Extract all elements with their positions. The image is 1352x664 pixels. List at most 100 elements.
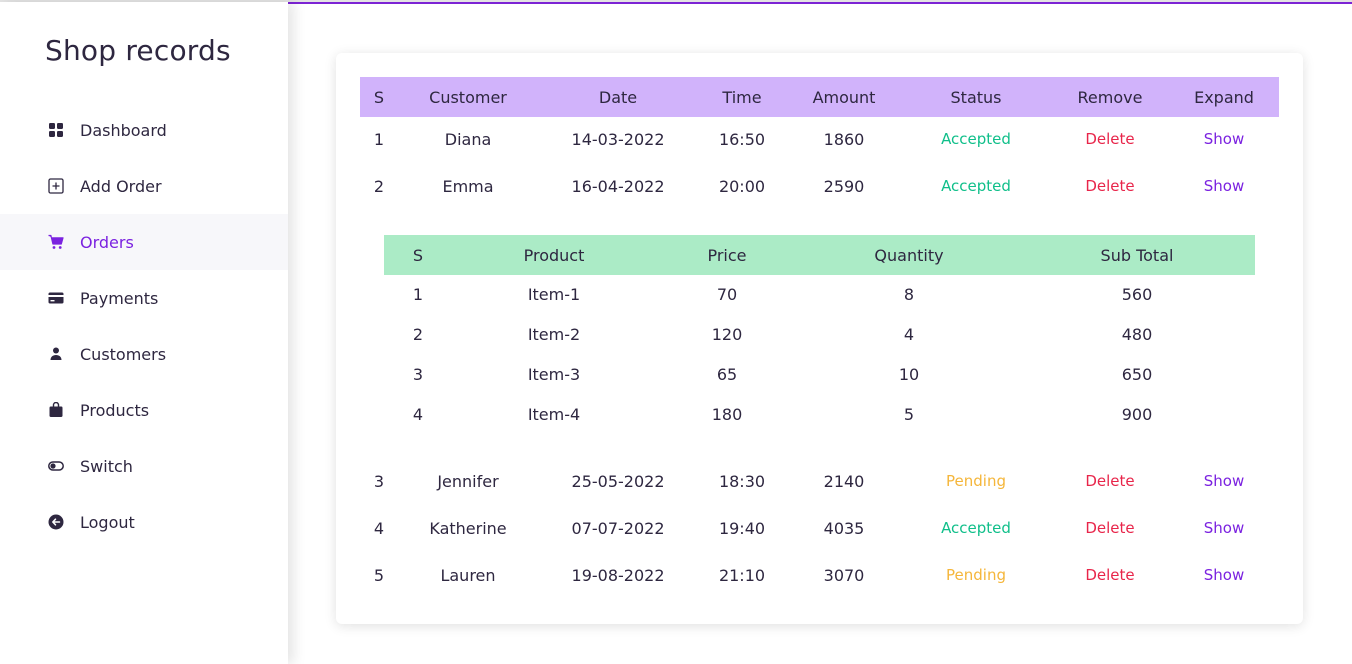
detail-subtotal: 650	[1121, 365, 1153, 384]
column-header-s: S	[373, 88, 385, 107]
column-header-subtotal: Sub Total	[1100, 246, 1174, 265]
detail-product: Item-3	[527, 365, 581, 384]
logout-icon	[48, 514, 64, 530]
sidebar-item-payments[interactable]: Payments	[0, 270, 288, 326]
detail-product: Item-4	[527, 405, 581, 424]
column-header-quantity: Quantity	[874, 246, 944, 265]
order-amount: 4035	[823, 519, 865, 538]
table-row: 3 Jennifer 25-05-2022 18:30 2140 Pending…	[360, 459, 1279, 506]
sidebar-nav: Dashboard Add Order Orders Payments Cust…	[0, 102, 288, 550]
delete-button[interactable]: Delete	[1085, 130, 1134, 148]
order-time: 18:30	[718, 472, 766, 491]
order-customer: Diana	[444, 130, 492, 149]
dashboard-grid-icon	[48, 122, 64, 138]
app-title: Shop records	[45, 34, 231, 67]
detail-serial: 1	[412, 285, 424, 304]
order-amount: 2140	[823, 472, 865, 491]
detail-quantity: 10	[898, 365, 920, 384]
detail-serial: 3	[412, 365, 424, 384]
sidebar-item-customers[interactable]: Customers	[0, 326, 288, 382]
order-amount: 1860	[823, 130, 865, 149]
column-header-amount: Amount	[812, 88, 876, 107]
order-amount: 3070	[823, 566, 865, 585]
order-time: 20:00	[718, 177, 766, 196]
delete-button[interactable]: Delete	[1085, 519, 1134, 537]
detail-price: 180	[711, 405, 743, 424]
order-date: 25-05-2022	[571, 472, 665, 491]
table-row: 2 Emma 16-04-2022 20:00 2590 Accepted De…	[360, 164, 1279, 211]
sidebar-item-label: Dashboard	[80, 120, 167, 140]
status-badge: Pending	[946, 472, 1006, 490]
detail-row: 3 Item-3 65 10 650	[384, 355, 1255, 395]
order-serial: 4	[373, 519, 385, 538]
column-header-time: Time	[722, 88, 762, 107]
detail-row: 2 Item-2 120 4 480	[384, 315, 1255, 355]
column-header-expand: Expand	[1194, 88, 1254, 107]
details-table-header: S Product Price Quantity Sub Total	[384, 235, 1255, 275]
show-button[interactable]: Show	[1204, 472, 1244, 490]
delete-button[interactable]: Delete	[1085, 472, 1134, 490]
order-date: 19-08-2022	[571, 566, 665, 585]
detail-row: 1 Item-1 70 8 560	[384, 275, 1255, 315]
order-customer: Jennifer	[437, 472, 499, 491]
detail-serial: 2	[412, 325, 424, 344]
show-button[interactable]: Show	[1204, 519, 1244, 537]
detail-price: 70	[716, 285, 738, 304]
sidebar-item-label: Customers	[80, 344, 167, 364]
sidebar: Shop records Dashboard Add Order Orders …	[0, 2, 288, 664]
sidebar-item-logout[interactable]: Logout	[0, 494, 288, 550]
delete-button[interactable]: Delete	[1085, 177, 1134, 195]
sidebar-item-add-order[interactable]: Add Order	[0, 158, 288, 214]
sidebar-item-dashboard[interactable]: Dashboard	[0, 102, 288, 158]
column-header-status: Status	[950, 88, 1002, 107]
order-date: 07-07-2022	[571, 519, 665, 538]
detail-subtotal: 480	[1121, 325, 1153, 344]
user-icon	[48, 346, 64, 362]
order-time: 21:10	[718, 566, 766, 585]
order-serial: 5	[373, 566, 385, 585]
sidebar-item-label: Orders	[80, 232, 134, 252]
sidebar-item-label: Switch	[80, 456, 133, 476]
top-accent-line	[288, 2, 1352, 4]
table-row: 5 Lauren 19-08-2022 21:10 3070 Pending D…	[360, 553, 1279, 600]
detail-quantity: 5	[903, 405, 915, 424]
order-date: 16-04-2022	[571, 177, 665, 196]
column-header-s: S	[412, 246, 424, 265]
detail-subtotal: 900	[1121, 405, 1153, 424]
sidebar-item-label: Payments	[80, 288, 159, 308]
toggle-icon	[48, 458, 64, 474]
sidebar-item-orders[interactable]: Orders	[0, 214, 288, 270]
detail-price: 120	[711, 325, 743, 344]
order-customer: Lauren	[440, 566, 496, 585]
show-button[interactable]: Show	[1204, 177, 1244, 195]
column-header-remove: Remove	[1077, 88, 1143, 107]
column-header-date: Date	[598, 88, 638, 107]
orders-table-header: S Customer Date Time Amount Status Remov…	[360, 77, 1279, 117]
column-header-customer: Customer	[429, 88, 507, 107]
detail-price: 65	[716, 365, 738, 384]
table-row: 1 Diana 14-03-2022 16:50 1860 Accepted D…	[360, 117, 1279, 164]
sidebar-item-switch[interactable]: Switch	[0, 438, 288, 494]
order-time: 16:50	[718, 130, 766, 149]
show-button[interactable]: Show	[1204, 130, 1244, 148]
order-serial: 1	[373, 130, 385, 149]
sidebar-item-products[interactable]: Products	[0, 382, 288, 438]
detail-quantity: 8	[903, 285, 915, 304]
detail-subtotal: 560	[1121, 285, 1153, 304]
order-serial: 2	[373, 177, 385, 196]
credit-card-icon	[48, 290, 64, 306]
column-header-price: Price	[707, 246, 747, 265]
order-amount: 2590	[823, 177, 865, 196]
status-badge: Pending	[946, 566, 1006, 584]
show-button[interactable]: Show	[1204, 566, 1244, 584]
detail-product: Item-2	[527, 325, 581, 344]
delete-button[interactable]: Delete	[1085, 566, 1134, 584]
table-row: 4 Katherine 07-07-2022 19:40 4035 Accept…	[360, 506, 1279, 553]
status-badge: Accepted	[941, 519, 1011, 537]
order-customer: Katherine	[429, 519, 507, 538]
cart-icon	[48, 234, 64, 250]
order-time: 19:40	[718, 519, 766, 538]
order-date: 14-03-2022	[571, 130, 665, 149]
order-customer: Emma	[442, 177, 494, 196]
detail-product: Item-1	[527, 285, 581, 304]
